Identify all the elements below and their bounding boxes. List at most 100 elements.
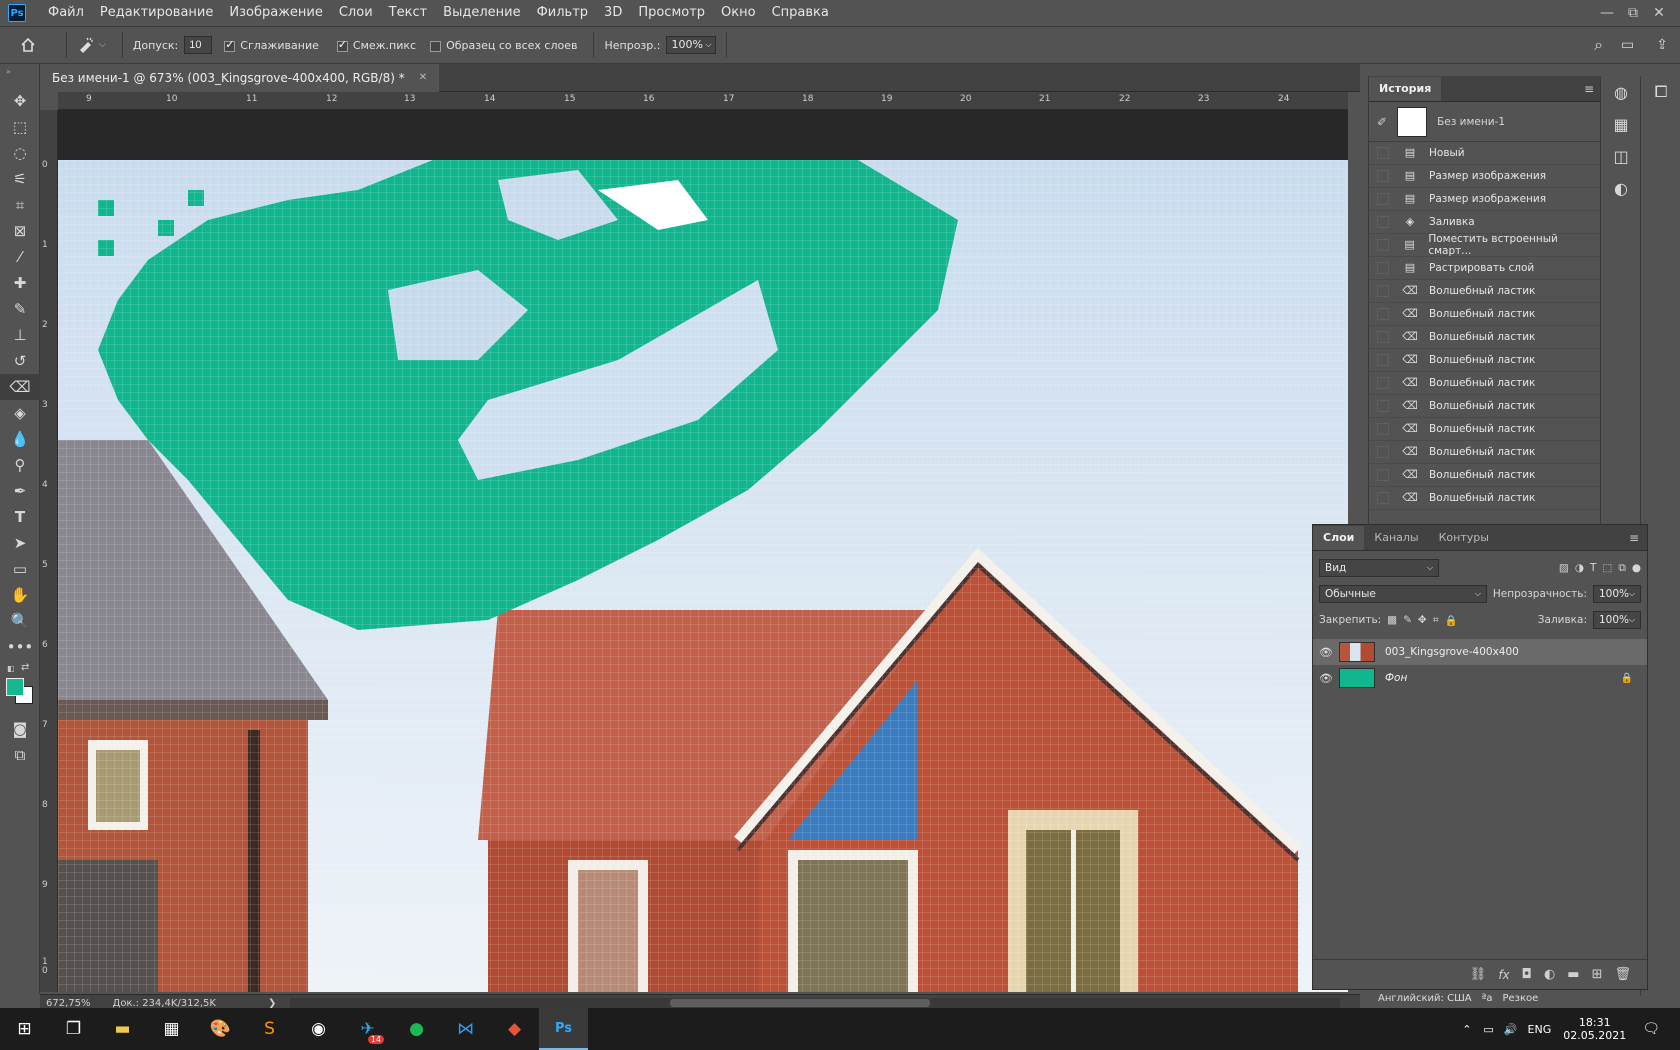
frame-tool-icon[interactable]: ⊠ — [0, 218, 40, 244]
tab-history[interactable]: История — [1369, 77, 1442, 101]
layer-row[interactable]: 👁 003_Kingsgrove-400x400 — [1313, 639, 1647, 665]
close-tab-icon[interactable]: ✕ — [419, 64, 427, 92]
git-client-icon[interactable]: ◆ — [490, 1008, 539, 1050]
filter-shape-icon[interactable]: ⬚ — [1602, 562, 1612, 574]
history-brush-tool-icon[interactable]: ↺ — [0, 348, 40, 374]
telegram-icon[interactable]: ✈ 14 — [343, 1008, 392, 1050]
swatches-panel-icon[interactable]: ▦ — [1601, 108, 1641, 140]
layer-row[interactable]: 👁 Фон 🔒 — [1313, 665, 1647, 691]
history-checkbox[interactable] — [1377, 446, 1389, 458]
visibility-eye-icon[interactable]: 👁 — [1313, 672, 1339, 685]
restore-button[interactable]: ⧉ — [1620, 4, 1646, 22]
history-checkbox[interactable] — [1377, 469, 1389, 481]
filter-toggle-icon[interactable]: ● — [1632, 562, 1641, 574]
history-checkbox[interactable] — [1377, 216, 1389, 228]
menu-view[interactable]: Просмотр — [630, 0, 713, 26]
history-checkbox[interactable] — [1377, 423, 1389, 435]
history-checkbox[interactable] — [1377, 400, 1389, 412]
crop-tool-icon[interactable]: ⌗ — [0, 192, 40, 218]
paint-bucket-tool-icon[interactable]: ◈ — [0, 400, 40, 426]
clock[interactable]: 18:31 02.05.2021 — [1563, 1016, 1626, 1042]
dodge-tool-icon[interactable]: ⚲ — [0, 452, 40, 478]
horizontal-scrollbar[interactable] — [290, 998, 1340, 1008]
fx-icon[interactable]: fx — [1498, 968, 1509, 982]
default-colors-icon[interactable]: ◧ — [7, 664, 15, 673]
menu-help[interactable]: Справка — [764, 0, 837, 26]
delete-layer-icon[interactable]: 🗑 — [1614, 967, 1631, 982]
canvas-area[interactable] — [58, 110, 1348, 992]
contiguous-checkbox[interactable] — [336, 38, 348, 52]
history-item[interactable]: ⌫ Волшебный ластик — [1369, 487, 1600, 510]
history-item[interactable]: ⌫ Волшебный ластик — [1369, 349, 1600, 372]
workspace-icon[interactable]: ▭ — [1621, 37, 1634, 53]
lock-all-icon[interactable]: 🔒 — [1445, 614, 1458, 627]
fill-field[interactable]: 100% ⌵ — [1593, 611, 1641, 629]
collapse-tools-icon[interactable]: » — [0, 64, 39, 88]
tray-expand-icon[interactable]: ⌃ — [1462, 1023, 1471, 1036]
more-tools-icon[interactable]: ••• — [0, 634, 40, 660]
eyedropper-tool-icon[interactable]: ⁄ — [0, 244, 40, 270]
history-checkbox[interactable] — [1377, 308, 1389, 320]
panel-menu-icon[interactable]: ≡ — [1621, 531, 1647, 550]
zoom-tool-icon[interactable]: 🔍 — [0, 608, 40, 634]
blur-tool-icon[interactable]: 💧 — [0, 426, 40, 452]
history-checkbox[interactable] — [1377, 492, 1389, 504]
foreground-color-swatch[interactable] — [6, 678, 24, 696]
history-item[interactable]: ▤ Поместить встроенный смарт... — [1369, 233, 1600, 257]
layer-opacity-field[interactable]: 100% ⌵ — [1593, 585, 1641, 603]
search-icon[interactable]: ⌕ — [1594, 35, 1603, 55]
menu-layers[interactable]: Слои — [331, 0, 381, 26]
color-panel-icon[interactable]: ◍ — [1601, 76, 1641, 108]
history-item[interactable]: ▤ Размер изображения — [1369, 188, 1600, 211]
brush-tool-icon[interactable]: ✎ — [0, 296, 40, 322]
history-checkbox[interactable] — [1377, 147, 1389, 159]
tab-paths[interactable]: Контуры — [1429, 526, 1499, 550]
filter-type-icon[interactable]: T — [1590, 562, 1596, 574]
lasso-tool-icon[interactable]: ◌ — [0, 140, 40, 166]
network-icon[interactable]: ▭ — [1483, 1023, 1493, 1036]
opacity-field[interactable]: 100% ⌵ — [666, 36, 717, 54]
antialias-dropdown[interactable]: Резкое — [1502, 993, 1538, 1004]
lock-transparency-icon[interactable]: ▩ — [1387, 614, 1397, 626]
marquee-tool-icon[interactable]: ⬚ — [0, 114, 40, 140]
history-checkbox[interactable] — [1377, 170, 1389, 182]
lock-artboard-icon[interactable]: ⌗ — [1433, 614, 1439, 627]
tab-layers[interactable]: Слои — [1313, 526, 1365, 550]
tool-preset-picker[interactable]: ⌵ — [77, 37, 106, 53]
history-item[interactable]: ▤ Растрировать слой — [1369, 257, 1600, 280]
eraser-tool-icon[interactable]: ⌫ — [0, 374, 40, 400]
history-item[interactable]: ⌫ Волшебный ластик — [1369, 395, 1600, 418]
history-item[interactable]: ⌫ Волшебный ластик — [1369, 441, 1600, 464]
calculator-icon[interactable]: ▦ — [147, 1008, 196, 1050]
minimize-button[interactable]: — — [1594, 4, 1620, 22]
paint-icon[interactable]: 🎨 — [196, 1008, 245, 1050]
lock-position-icon[interactable]: ✥ — [1418, 614, 1427, 626]
filter-adjustment-icon[interactable]: ◑ — [1575, 562, 1584, 574]
home-icon[interactable] — [0, 37, 56, 53]
notifications-icon[interactable]: 🗨 — [1642, 1021, 1660, 1037]
filter-smart-object-icon[interactable]: ⧉ — [1618, 562, 1626, 575]
history-item[interactable]: ⌫ Волшебный ластик — [1369, 280, 1600, 303]
history-checkbox[interactable] — [1377, 193, 1389, 205]
history-checkbox[interactable] — [1377, 239, 1389, 251]
panel-menu-icon[interactable]: ≡ — [1578, 82, 1600, 101]
history-item[interactable]: ⌫ Волшебный ластик — [1369, 372, 1600, 395]
history-item[interactable]: ◈ Заливка — [1369, 211, 1600, 234]
history-snapshot[interactable]: ✐ Без имени-1 — [1369, 102, 1600, 142]
menu-filter[interactable]: Фильтр — [529, 0, 596, 26]
add-mask-icon[interactable]: ◘ — [1522, 967, 1532, 982]
swap-colors-icon[interactable]: ⇄ — [21, 662, 29, 673]
hand-tool-icon[interactable]: ✋ — [0, 582, 40, 608]
lock-image-icon[interactable]: ✎ — [1403, 614, 1412, 626]
language-dropdown[interactable]: Английский: США — [1378, 993, 1472, 1004]
menu-select[interactable]: Выделение — [435, 0, 528, 26]
history-checkbox[interactable] — [1377, 331, 1389, 343]
sublime-text-icon[interactable]: S — [245, 1008, 294, 1050]
magic-wand-tool-icon[interactable]: ⚟ — [0, 166, 40, 192]
rectangle-tool-icon[interactable]: ▭ — [0, 556, 40, 582]
blend-mode-dropdown[interactable]: Обычные ⌵ — [1319, 585, 1487, 603]
spotify-icon[interactable]: ● — [392, 1008, 441, 1050]
history-checkbox[interactable] — [1377, 262, 1389, 274]
quick-mask-icon[interactable]: ◙ — [0, 716, 40, 742]
menu-type[interactable]: Текст — [381, 0, 436, 26]
